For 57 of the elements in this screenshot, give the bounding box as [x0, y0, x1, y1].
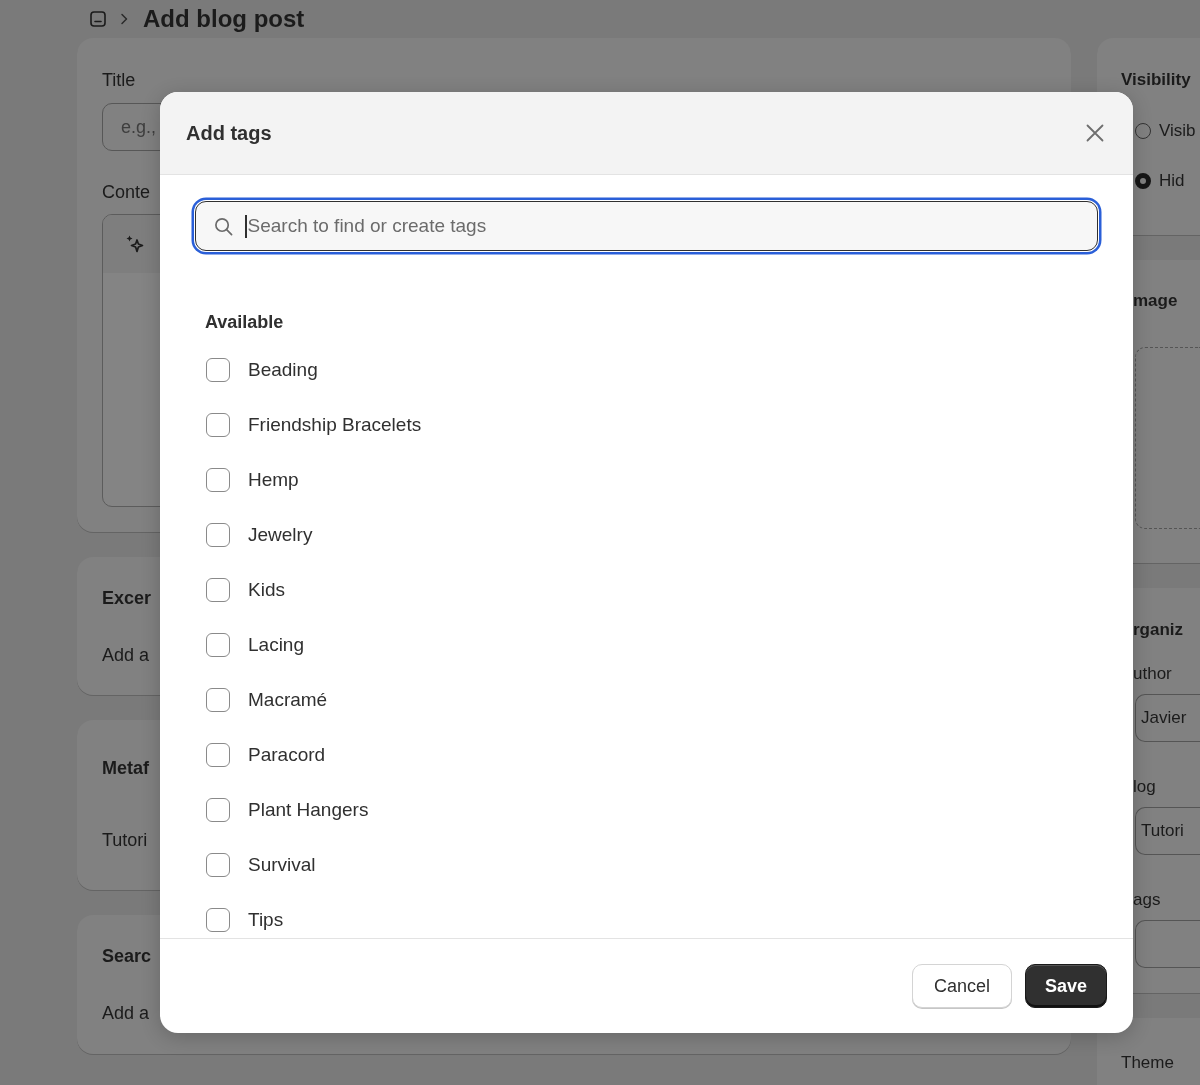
radio-label: Hid: [1159, 170, 1185, 192]
card-heading: Theme: [1121, 1052, 1174, 1074]
checkbox[interactable]: [206, 578, 230, 602]
input-field[interactable]: Tutori: [1135, 807, 1200, 855]
checkbox-label: Tips: [248, 908, 284, 932]
card-heading: rganiz: [1133, 619, 1184, 641]
checkbox[interactable]: [206, 688, 230, 712]
card-text: Tutori: [102, 829, 148, 852]
page-title: Add blog post: [143, 4, 305, 34]
checkbox-label: Kids: [248, 578, 285, 602]
text-cursor: [245, 214, 247, 238]
checkbox-label: Survival: [248, 853, 316, 877]
search-field[interactable]: Search to find or create tags: [195, 201, 1098, 251]
search-icon: [214, 216, 233, 236]
sparkle-icon[interactable]: [125, 234, 145, 254]
field-value: Javier: [1141, 708, 1187, 728]
cancel-button[interactable]: Cancel: [911, 964, 1012, 1008]
checkbox[interactable]: [206, 908, 230, 932]
checkbox-label: Lacing: [248, 633, 304, 657]
checkbox-label: Paracord: [248, 743, 326, 767]
checkbox[interactable]: [206, 633, 230, 657]
modal-title: Add tags: [186, 121, 272, 145]
field-label: Title: [102, 69, 136, 92]
checkbox-label: Beading: [248, 358, 318, 382]
checkbox-label: Hemp: [248, 468, 299, 492]
card-text: Add a: [102, 644, 150, 667]
chevron-right-icon: [120, 13, 128, 25]
field-label: log: [1133, 776, 1156, 798]
save-button[interactable]: Save: [1024, 964, 1107, 1008]
card-heading: Searc: [102, 945, 152, 968]
card-heading: Metaf: [102, 757, 149, 780]
checkbox-label: Jewelry: [248, 523, 313, 547]
field-label: ags: [1133, 889, 1161, 911]
checkbox[interactable]: [206, 743, 230, 767]
close-button[interactable]: [1086, 124, 1104, 142]
field-label: Conte: [102, 181, 151, 204]
checkbox[interactable]: [206, 358, 230, 382]
checkbox[interactable]: [206, 523, 230, 547]
section-heading: Available: [205, 311, 284, 333]
close-icon: [1086, 124, 1104, 142]
card-text: Add a: [102, 1002, 150, 1025]
checkbox[interactable]: [206, 468, 230, 492]
checkbox-label: Plant Hangers: [248, 798, 369, 822]
card-heading: Excer: [102, 587, 152, 610]
card-heading: mage: [1133, 290, 1178, 312]
checkbox[interactable]: [206, 798, 230, 822]
input-field[interactable]: [1135, 920, 1200, 968]
document-icon[interactable]: [90, 11, 106, 27]
field-label: uthor: [1133, 663, 1172, 685]
radio-label: Visib: [1159, 120, 1196, 142]
checkbox-label: Macramé: [248, 688, 328, 712]
checkbox[interactable]: [206, 413, 230, 437]
checkbox[interactable]: [206, 853, 230, 877]
checkbox-label: Friendship Bracelets: [248, 413, 422, 437]
card-heading: Visibility: [1121, 69, 1191, 91]
input-field[interactable]: Javier: [1135, 694, 1200, 742]
field-value: Tutori: [1141, 821, 1184, 841]
